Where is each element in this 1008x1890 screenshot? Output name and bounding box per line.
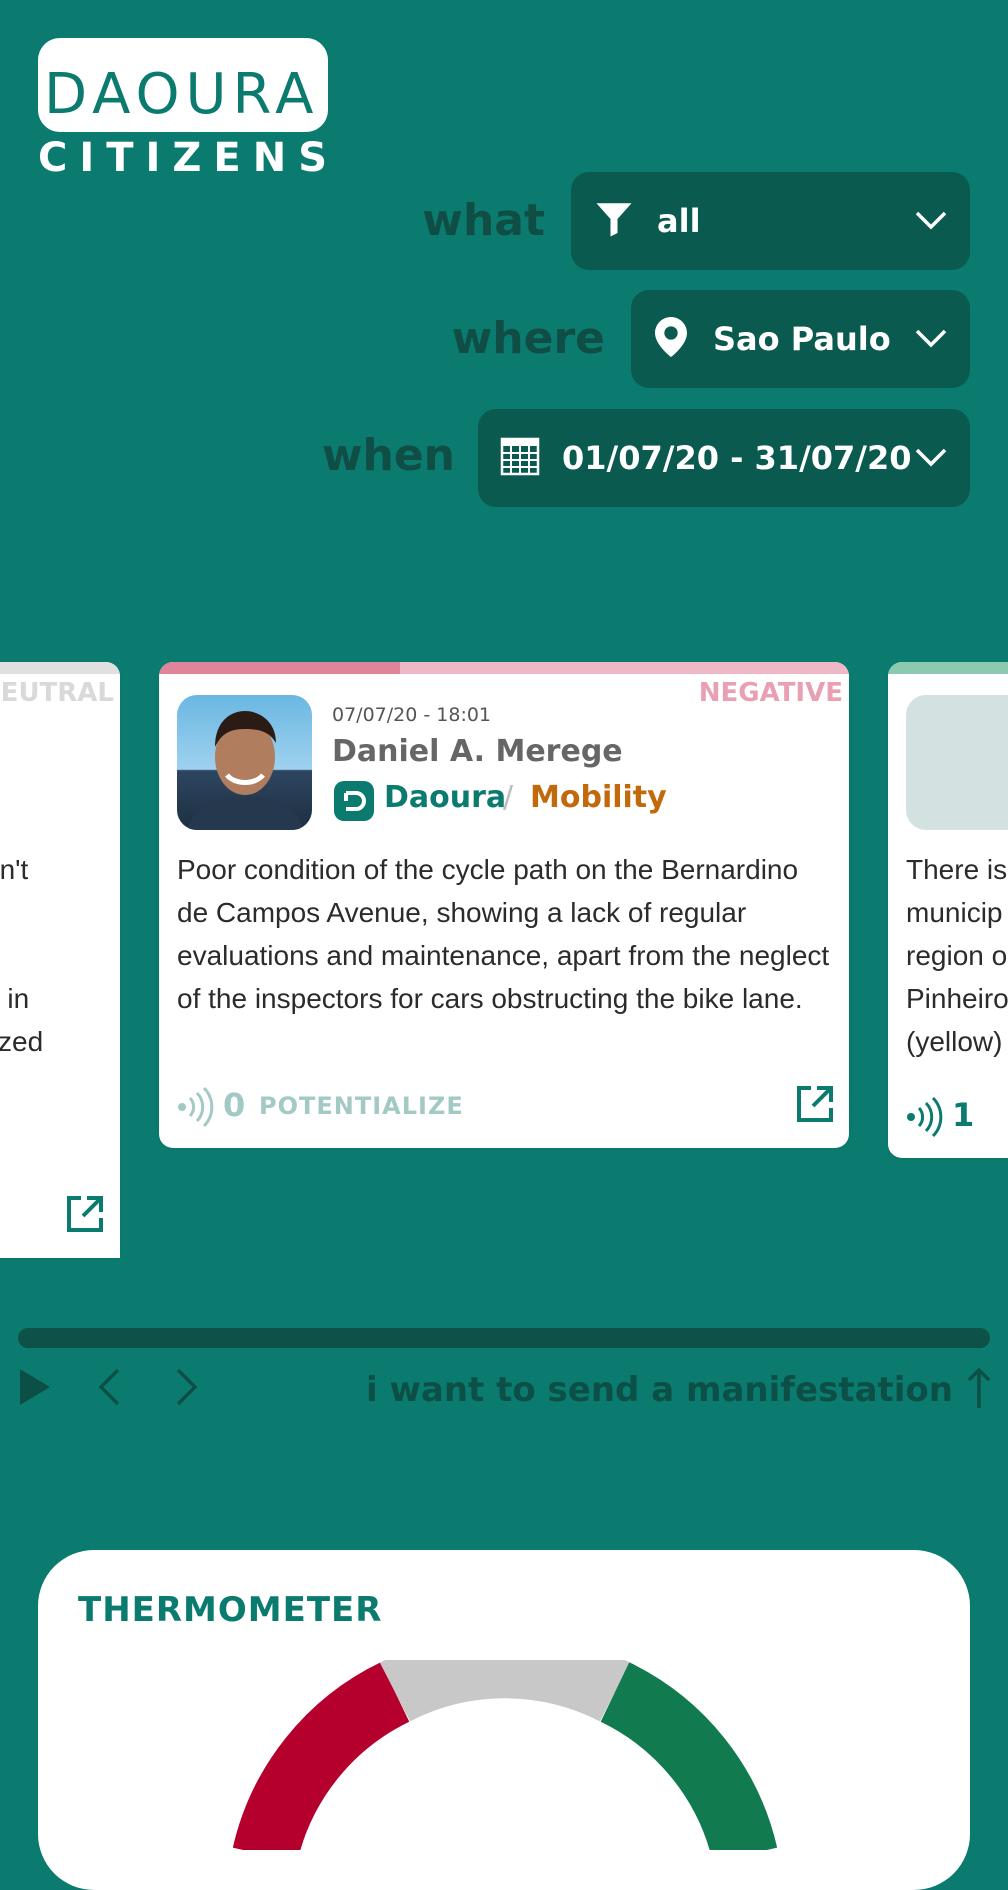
filter-label-where: where [451,313,605,364]
potentialize-icon[interactable] [906,1096,944,1142]
chevron-left-icon[interactable] [96,1367,122,1411]
sentiment-bar [888,662,1008,674]
gauge-segment-positive [600,1662,778,1850]
what-select[interactable]: all [571,172,970,270]
filter-label-what: what [422,195,545,246]
card-date: 07/07/20 - 18:01 [332,704,492,726]
what-value: all [657,202,701,240]
when-value: 01/07/20 - 31/07/20 [562,439,912,477]
org-topic-separator: / [503,780,514,815]
chevron-down-icon [914,206,948,240]
potentialize-button[interactable]: POTENTIALIZE [259,1092,464,1120]
card-topic[interactable]: Mobility [530,780,667,815]
card-org[interactable]: Daoura [384,780,506,815]
avatar [177,695,312,830]
filter-label-when: when [321,430,455,481]
location-pin-icon [655,317,687,361]
timeline-track[interactable] [18,1328,990,1348]
chevron-right-icon[interactable] [174,1367,200,1411]
gauge-segment-neutral [379,1660,631,1722]
avatar-placeholder [906,695,1008,830]
arrow-up-icon[interactable] [966,1366,992,1414]
logo-subtitle: CITIZENS [38,135,340,181]
open-external-icon[interactable] [65,1194,105,1238]
card-author[interactable]: Daniel A. Merege [332,734,623,769]
org-logo-icon [334,781,374,825]
where-select[interactable]: Sao Paulo [631,290,970,388]
chevron-down-icon [914,324,948,358]
when-select[interactable]: 01/07/20 - 31/07/20 [478,409,970,507]
play-icon[interactable] [18,1367,52,1411]
chevron-down-icon [914,443,948,477]
potentialize-count: 1 [952,1096,975,1134]
card-text: Poor condition of the cycle path on the … [177,854,830,1014]
logo-wordmark: DAOURA [44,62,320,127]
sentiment-bar-strong [159,662,400,674]
thermometer-title: THERMOMETER [78,1590,383,1630]
potentialize-icon[interactable] [177,1086,215,1132]
sentiment-bar [0,662,120,674]
thermometer-gauge [232,1660,778,1850]
manifestation-card-right[interactable]: There is municip region o Pinheiro (yell… [888,662,1008,1158]
calendar-icon [500,436,540,480]
card-text: esn't e of us in alized [0,854,44,1057]
sentiment-label: NEUTRAL [0,678,114,708]
potentialize-count: 0 [223,1086,246,1124]
manifestation-card[interactable]: NEGATIVE 07/07/20 - 18:01 Daniel A. Mere… [159,662,849,1148]
where-value: Sao Paulo [713,320,891,358]
filter-icon [593,198,635,244]
open-external-icon[interactable] [795,1084,835,1128]
sentiment-bar [400,662,849,674]
manifestation-card-left[interactable]: NEUTRAL esn't e of us in alized [0,662,120,1258]
sentiment-label: NEGATIVE [698,678,843,708]
send-manifestation-link[interactable]: i want to send a manifestation [366,1370,953,1410]
card-text: There is municip region o Pinheiro (yell… [906,854,1008,1057]
